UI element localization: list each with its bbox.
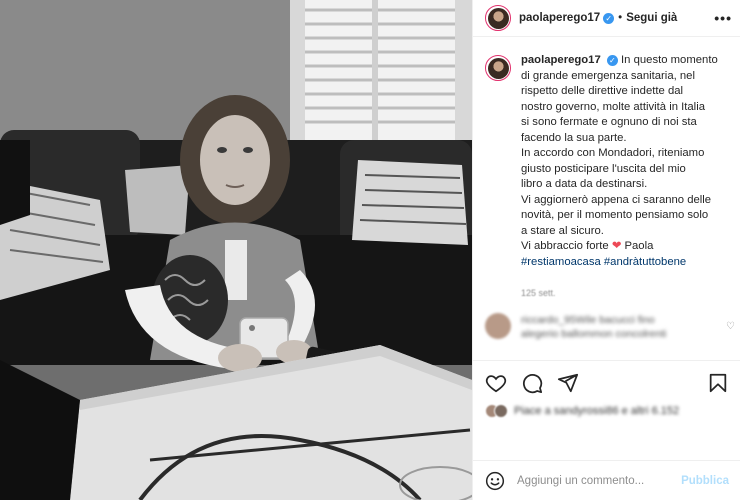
liker-avatar xyxy=(494,404,508,418)
verified-badge-icon: ✓ xyxy=(603,12,615,24)
post-photo[interactable] xyxy=(0,0,472,500)
caption-line: novità, per il momento pensiamo solo xyxy=(521,209,709,221)
post-panel: paolaperego17 ✓ • Segui già ••• paolaper… xyxy=(472,0,740,500)
caption-line: libro a data da destinarsi. xyxy=(521,178,648,190)
likes-summary[interactable]: Piace a sandyrossi86 e altri 6.152 xyxy=(485,404,735,418)
action-bar xyxy=(473,360,740,404)
caption-hashtags[interactable]: #restiamoacasa #andràtuttobene xyxy=(521,255,718,271)
post-timestamp[interactable]: 125 sett. xyxy=(521,286,718,302)
bookmark-icon[interactable] xyxy=(707,372,729,394)
comment-input[interactable] xyxy=(517,474,667,487)
caption-line: facendo la sua parte. xyxy=(521,131,627,144)
caption-line: Vi aggiornerò appena ci saranno delle xyxy=(521,193,712,206)
more-options-button[interactable]: ••• xyxy=(714,10,732,26)
post-header: paolaperego17 ✓ • Segui già ••• xyxy=(473,0,740,37)
photo-illustration xyxy=(0,0,472,500)
comment-like-icon[interactable]: ♡ xyxy=(726,321,735,332)
heart-icon[interactable] xyxy=(485,372,507,394)
caption-line: a stare al sicuro. xyxy=(521,224,604,237)
publish-button[interactable]: Pubblica xyxy=(681,475,729,487)
comment-line: riccardo_95Wile bacucci fino xyxy=(521,314,655,326)
caption-line: paolaperego17 ✓ In questo momento xyxy=(521,53,718,69)
caption-avatar[interactable] xyxy=(485,55,511,81)
following-button[interactable]: Segui già xyxy=(626,12,677,24)
caption-text: paolaperego17 ✓ In questo momento di gra… xyxy=(521,53,718,337)
caption-line: rispetto delle direttive indette dal xyxy=(521,85,684,97)
author-avatar[interactable] xyxy=(485,5,511,31)
emoji-icon[interactable] xyxy=(485,471,505,491)
commenter-avatar[interactable] xyxy=(485,313,511,339)
caption-line: In accordo con Mondadori, riteniamo xyxy=(521,147,705,159)
caption-line: In questo momento xyxy=(621,54,718,66)
caption-line: giusto posticipare l'uscita del mio xyxy=(521,162,686,175)
share-icon[interactable] xyxy=(557,372,579,394)
instagram-post: paolaperego17 ✓ • Segui già ••• paolaper… xyxy=(0,0,740,500)
caption-signature: Paola xyxy=(624,240,654,252)
comment-text: riccardo_95Wile bacucci fino alegerio ba… xyxy=(521,313,666,341)
caption-line: nostro governo, molte attività in Italia xyxy=(521,100,705,113)
author-username[interactable]: paolaperego17 xyxy=(519,12,600,24)
red-heart-emoji: ❤ xyxy=(611,240,622,252)
caption-line: Vi abbraccio forte xyxy=(521,240,609,252)
caption-line: Vi abbraccio forte ❤ Paola xyxy=(521,239,718,255)
caption-username[interactable]: paolaperego17 xyxy=(521,54,601,66)
caption-line: di grande emergenza sanitaria, nel xyxy=(521,69,695,82)
header-separator: • xyxy=(618,12,623,24)
likes-text[interactable]: Piace a sandyrossi86 e altri 6.152 xyxy=(514,405,679,417)
add-comment-bar: Pubblica xyxy=(473,460,740,500)
comment-item: riccardo_95Wile bacucci fino alegerio ba… xyxy=(485,313,735,341)
comment-line: alegerio ballommon concolrenti xyxy=(521,328,667,340)
caption-section: paolaperego17 ✓ In questo momento di gra… xyxy=(473,37,740,337)
comment-icon[interactable] xyxy=(521,372,543,394)
caption-line: si sono fermate e ognuno di noi sta xyxy=(521,116,697,128)
verified-badge-icon: ✓ xyxy=(606,54,618,66)
